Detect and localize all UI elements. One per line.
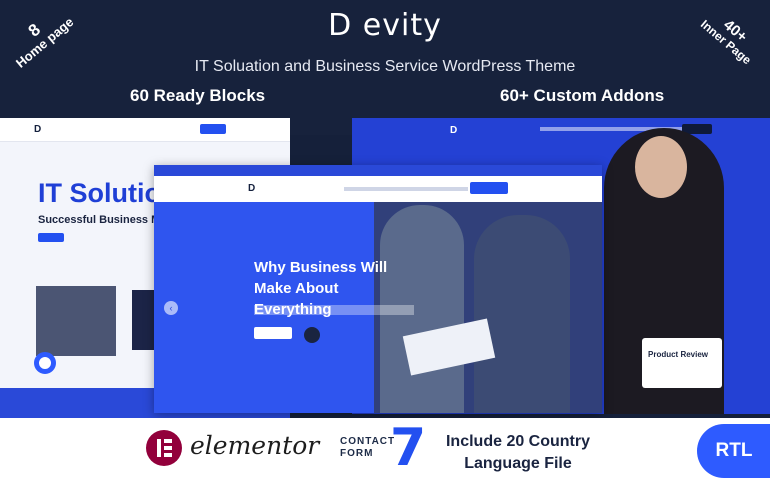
preview-right-review-label: Product Review [648,350,709,359]
preview-left-nav: D [0,118,290,142]
preview-left-logo: D [34,124,42,135]
elementor-icon [146,430,182,466]
preview-left-cta [38,233,64,242]
preview-center-hero-text [254,305,414,315]
contact-form-logo-text: CONTACT FORM [340,436,396,459]
preview-center-person-2 [474,215,570,413]
preview-left-hero-title: IT Solutio [38,178,161,208]
preview-center-nav-links [344,187,468,191]
preview-center-hero-button [254,327,292,339]
feature-custom-addons: 60+ Custom Addons [500,86,665,105]
play-icon [304,327,320,343]
feature-ready-blocks: 60 Ready Blocks [130,86,266,105]
language-line-2: Language File [464,455,572,473]
tagline: IT Soluation and Business Service WordPr… [194,58,576,75]
preview-center: D Why Business Will Make About Everythin… [154,165,602,413]
brand-logo: D evity [328,8,442,43]
preview-left-hero-subtitle: Successful Business Men [38,214,174,226]
preview-left-ring-icon [34,352,56,374]
preview-center-topbar [154,165,602,176]
preview-left-photo-collage [36,286,116,356]
preview-center-logo: D [248,183,256,194]
language-note: Include 20 Country Language File [418,431,618,476]
preview-right-review-card [642,338,722,388]
arrow-left-icon: ‹ [164,301,178,315]
language-line-1: Include 20 Country [445,433,591,450]
preview-left-nav-button [200,124,226,134]
preview-center-nav-button [470,182,508,194]
preview-right-person-face [635,136,687,198]
preview-right-logo: D [450,125,458,136]
rtl-badge: RTL [697,424,770,478]
elementor-logo-text: elementor [190,431,320,460]
preview-center-nav: D [154,176,602,202]
